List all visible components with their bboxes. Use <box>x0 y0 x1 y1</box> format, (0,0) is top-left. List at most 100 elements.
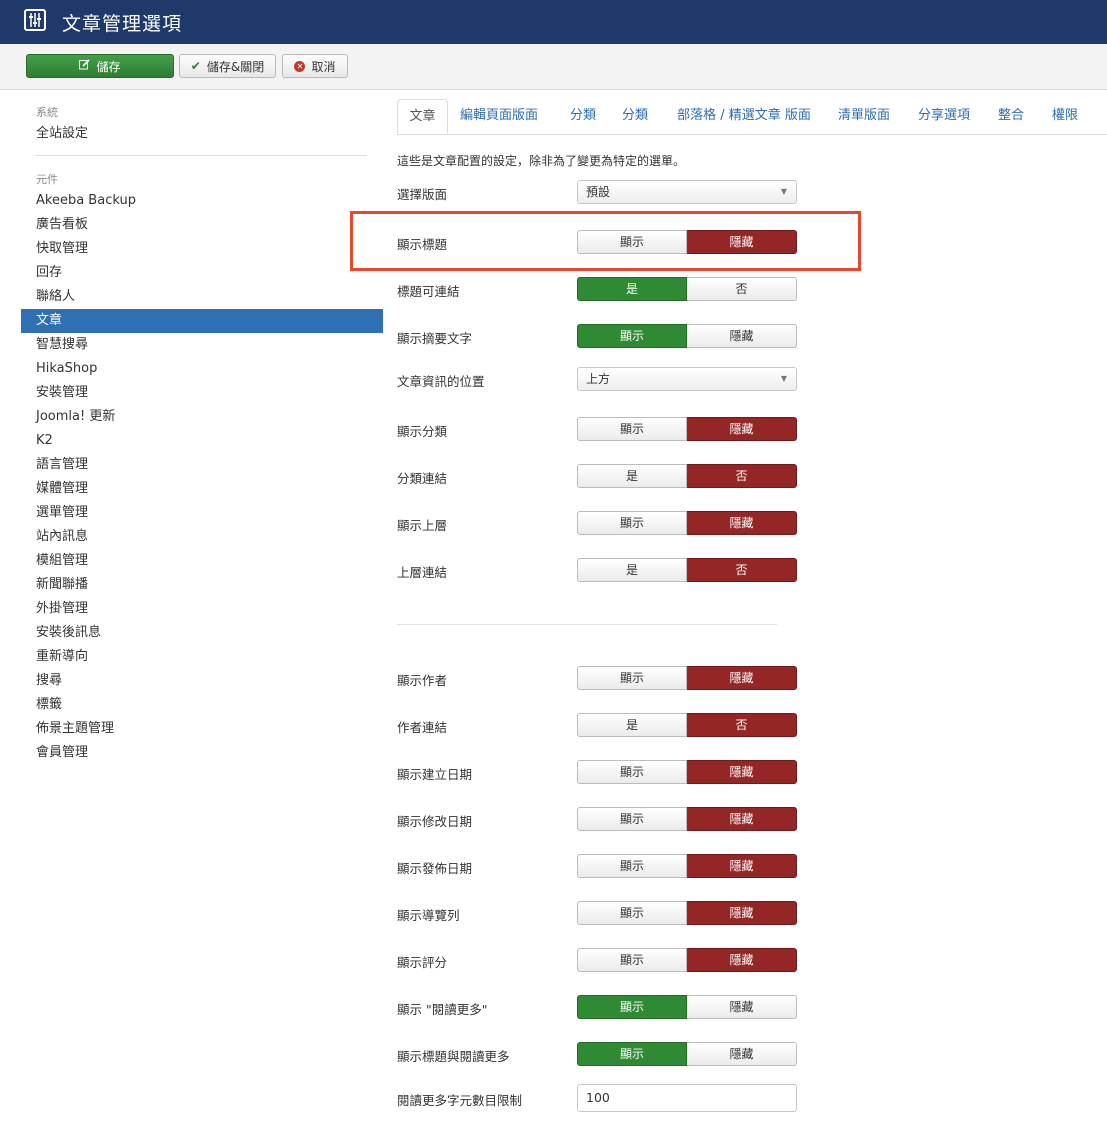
field-label: 閱讀更多字元數目限制 <box>397 1093 523 1108</box>
field-label: 顯示分類 <box>397 424 448 439</box>
toggle-option[interactable]: 否 <box>687 558 797 582</box>
sidebar-item[interactable]: 文章 <box>21 309 383 333</box>
sidebar-item[interactable]: 智慧搜尋 <box>21 333 383 357</box>
sidebar-item[interactable]: 新聞聯播 <box>21 573 383 597</box>
toggle-option[interactable]: 是 <box>577 558 687 582</box>
toggle-switch: 顯示 隱藏 <box>577 901 797 925</box>
toggle-switch: 顯示 隱藏 <box>577 760 797 784</box>
sidebar-item[interactable]: 媒體管理 <box>21 477 383 501</box>
tab-item[interactable]: 部落格 / 精選文章 版面 <box>669 99 819 134</box>
sidebar-heading-components: 元件 <box>36 173 58 186</box>
tab-item[interactable]: 權限 <box>1043 99 1087 134</box>
toggle-option[interactable]: 顯示 <box>577 760 687 784</box>
toggle-option[interactable]: 顯示 <box>577 666 687 690</box>
toggle-option[interactable]: 顯示 <box>577 854 687 878</box>
char-limit-input[interactable]: 100 <box>577 1084 797 1112</box>
toggle-option[interactable]: 隱藏 <box>687 1042 797 1066</box>
sidebar-item[interactable]: 全站設定 <box>21 122 383 146</box>
field-label: 分類連結 <box>397 471 448 486</box>
field-label: 顯示上層 <box>397 518 448 533</box>
sidebar-item[interactable]: Akeeba Backup <box>21 189 383 213</box>
toggle-option[interactable]: 隱藏 <box>687 901 797 925</box>
sidebar-item[interactable]: HikaShop <box>21 357 383 381</box>
tab-item[interactable]: 文章 <box>397 99 448 134</box>
sidebar-item[interactable]: 標籤 <box>21 693 383 717</box>
toggle-switch: 顯示 隱藏 <box>577 807 797 831</box>
sidebar-item[interactable]: 快取管理 <box>21 237 383 261</box>
cancel-button-label: 取消 <box>311 59 336 74</box>
field-label: 顯示修改日期 <box>397 814 473 829</box>
sidebar-divider <box>36 155 367 156</box>
toggle-option[interactable]: 否 <box>687 713 797 737</box>
toggle-switch: 是否 <box>577 558 797 582</box>
sidebar-item[interactable]: 安裝後訊息 <box>21 621 383 645</box>
tab-item[interactable]: 分類 <box>613 99 657 134</box>
sidebar-item[interactable]: 聯絡人 <box>21 285 383 309</box>
toggle-option[interactable]: 顯示 <box>577 995 687 1019</box>
select-value: 上方 <box>586 372 611 386</box>
sidebar-item[interactable]: 站內訊息 <box>21 525 383 549</box>
toggle-option[interactable]: 否 <box>687 464 797 488</box>
field-label: 顯示建立日期 <box>397 767 473 782</box>
toggle-option[interactable]: 隱藏 <box>687 948 797 972</box>
toggle-option[interactable]: 隱藏 <box>687 760 797 784</box>
save-button[interactable]: 儲存 <box>26 54 174 78</box>
sidebar-item[interactable]: 會員管理 <box>21 741 383 765</box>
sidebar-item[interactable]: 佈景主題管理 <box>21 717 383 741</box>
save-close-button[interactable]: ✔ 儲存&關閉 <box>179 54 276 78</box>
toggle-option[interactable]: 顯示 <box>577 948 687 972</box>
field-label: 顯示評分 <box>397 955 448 970</box>
toggle-switch: 是否 <box>577 464 797 488</box>
sidebar-item[interactable]: K2 <box>21 429 383 453</box>
toggle-option[interactable]: 是 <box>577 277 687 301</box>
tab-item[interactable]: 整合 <box>989 99 1033 134</box>
cancel-icon: ✕ <box>294 60 306 72</box>
tab-item[interactable]: 分享選項 <box>907 99 981 134</box>
save-button-label: 儲存 <box>96 59 121 74</box>
layout-select[interactable]: 預設 ▼ <box>577 180 797 204</box>
sidebar-item[interactable]: 外掛管理 <box>21 597 383 621</box>
field-label: 文章資訊的位置 <box>397 374 485 389</box>
field-label: 顯示 "閱讀更多" <box>397 1002 488 1017</box>
sidebar-item[interactable]: 模組管理 <box>21 549 383 573</box>
sidebar-item[interactable]: 安裝管理 <box>21 381 383 405</box>
toggle-option[interactable]: 隱藏 <box>687 854 797 878</box>
description-text: 這些是文章配置的設定，除非為了變更為特定的選單。 <box>397 154 686 168</box>
toggle-option[interactable]: 隱藏 <box>687 417 797 441</box>
tab-item[interactable]: 清單版面 <box>827 99 901 134</box>
toggle-switch: 顯示 隱藏 <box>577 854 797 878</box>
sidebar-item[interactable]: 語言管理 <box>21 453 383 477</box>
tab-item[interactable]: 編輯頁面版面 <box>454 99 544 134</box>
toggle-option[interactable]: 隱藏 <box>687 995 797 1019</box>
sidebar-item[interactable]: 重新導向 <box>21 645 383 669</box>
layout-select[interactable]: 上方 ▼ <box>577 367 797 391</box>
toggle-option[interactable]: 隱藏 <box>687 324 797 348</box>
toggle-option[interactable]: 隱藏 <box>687 807 797 831</box>
field-label: 顯示標題與閱讀更多 <box>397 1049 510 1064</box>
sidebar-item[interactable]: 回存 <box>21 261 383 285</box>
toggle-switch: 顯示 隱藏 <box>577 511 797 535</box>
toggle-option[interactable]: 顯示 <box>577 511 687 535</box>
toggle-switch: 顯示 隱藏 <box>577 324 797 348</box>
toggle-option[interactable]: 是 <box>577 464 687 488</box>
toggle-switch: 顯示 隱藏 <box>577 995 797 1019</box>
sidebar-item[interactable]: 廣告看板 <box>21 213 383 237</box>
toggle-option[interactable]: 隱藏 <box>687 511 797 535</box>
toggle-option[interactable]: 顯示 <box>577 807 687 831</box>
toggle-option[interactable]: 顯示 <box>577 417 687 441</box>
toggle-switch: 是否 <box>577 713 797 737</box>
toggle-option[interactable]: 隱藏 <box>687 666 797 690</box>
cancel-button[interactable]: ✕ 取消 <box>282 54 348 78</box>
toggle-option[interactable]: 顯示 <box>577 324 687 348</box>
toggle-option[interactable]: 顯示 <box>577 1042 687 1066</box>
sidebar-item[interactable]: Joomla! 更新 <box>21 405 383 429</box>
page-title: 文章管理選項 <box>62 13 183 35</box>
sidebar-item[interactable]: 選單管理 <box>21 501 383 525</box>
toggle-option[interactable]: 是 <box>577 713 687 737</box>
toggle-option[interactable]: 否 <box>687 277 797 301</box>
toggle-option[interactable]: 顯示 <box>577 901 687 925</box>
sidebar-item[interactable]: 搜尋 <box>21 669 383 693</box>
tab-item[interactable]: 分類 <box>561 99 605 134</box>
toolbar: 儲存 ✔ 儲存&關閉 ✕ 取消 <box>0 44 1107 90</box>
field-label: 作者連結 <box>397 720 448 735</box>
